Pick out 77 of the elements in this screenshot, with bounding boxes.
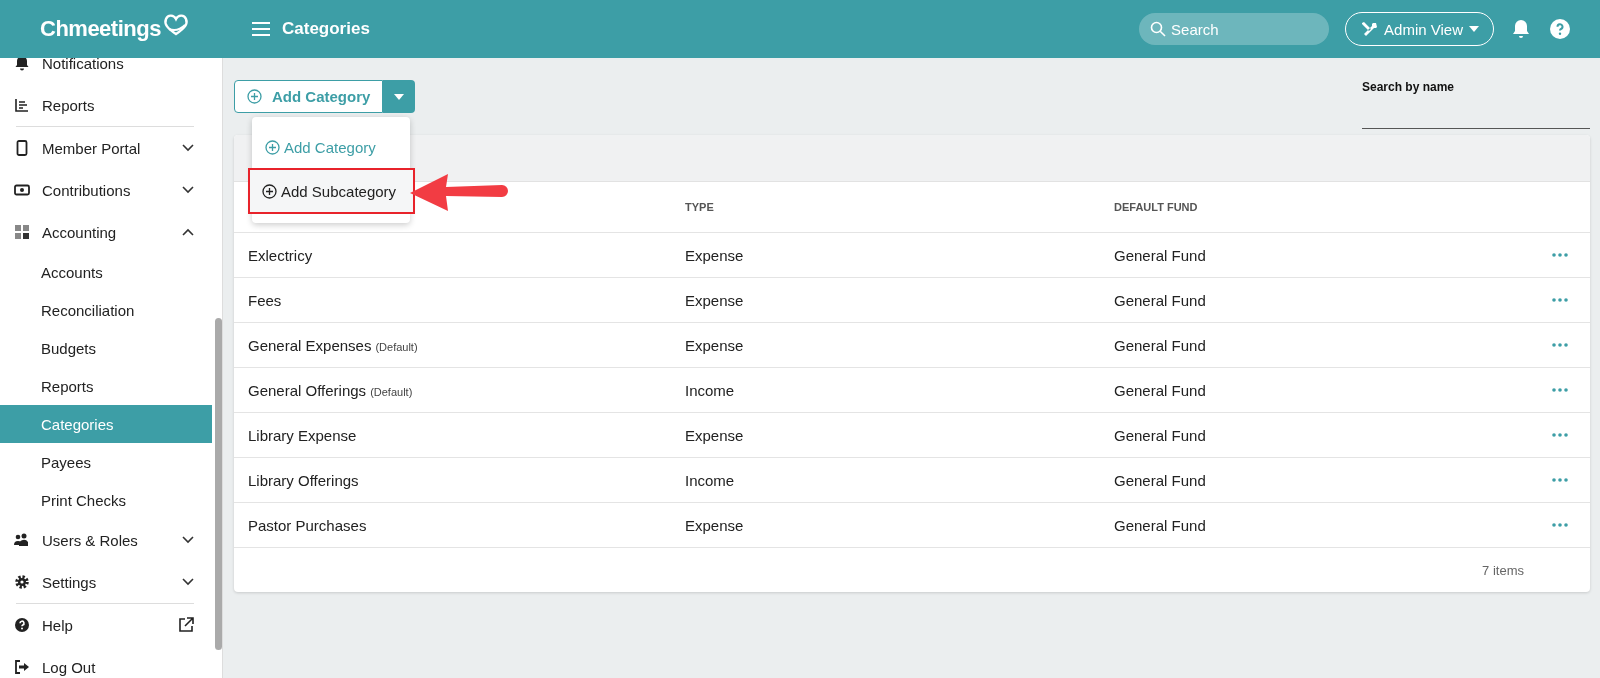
table-cell-text: General Expenses (Default): [248, 336, 419, 354]
column-header: DEFAULT FUND: [1114, 201, 1199, 213]
plus-circle-icon: [262, 183, 277, 199]
chevron-down-icon: [182, 578, 194, 586]
table-cell-text: Expense: [685, 516, 745, 534]
table-cell-text: General Fund: [1114, 516, 1207, 534]
chevron-down-icon: [182, 186, 194, 194]
dropdown-toggle-button[interactable]: [383, 80, 416, 113]
chevron-down-icon: [182, 144, 194, 152]
sidebar-item[interactable]: Reports: [0, 84, 212, 126]
page-title: Categories: [282, 19, 370, 39]
sidebar-subitem[interactable]: Reconciliation: [0, 291, 212, 329]
chevron-down-icon: [182, 536, 194, 544]
sidebar-item[interactable]: Notifications: [0, 58, 212, 84]
phone-icon: [14, 140, 30, 156]
table-cell-text: Library Expense: [248, 426, 358, 444]
table-cell-text: Exlectricy: [248, 246, 314, 264]
chart-icon: [14, 97, 30, 113]
sidebar-item[interactable]: Help: [0, 604, 212, 646]
sidebar-item[interactable]: Log Out: [0, 646, 212, 678]
users-icon: [14, 532, 30, 548]
sidebar-item[interactable]: Users & Roles: [0, 519, 212, 561]
table-cell-text: Expense: [685, 246, 745, 264]
table-cell-text: Expense: [685, 426, 745, 444]
bell-icon[interactable]: [1512, 19, 1530, 39]
sidebar-item[interactable]: Contributions: [0, 169, 212, 211]
more-icon[interactable]: [1552, 523, 1568, 527]
grid-icon: [14, 224, 30, 240]
heart-icon: [162, 14, 189, 36]
settings-icon: [14, 574, 30, 590]
plus-circle-icon: [247, 89, 262, 104]
table-cell-text: General Fund: [1114, 426, 1207, 444]
item-count: 7 items: [1482, 562, 1524, 578]
more-icon[interactable]: [1552, 343, 1568, 347]
tools-icon: [1360, 20, 1379, 38]
caret-icon: [394, 93, 405, 100]
more-icon[interactable]: [1552, 253, 1568, 257]
search-label: Search by name: [1362, 80, 1456, 94]
caret-icon: [1469, 26, 1479, 32]
sidebar-item[interactable]: Member Portal: [0, 127, 212, 169]
table-cell-text: General Fund: [1114, 471, 1207, 489]
table-cell-text: General Fund: [1114, 336, 1207, 354]
table-cell-text: General Fund: [1114, 291, 1207, 309]
table-cell-text: General Offerings (Default): [248, 381, 414, 399]
sidebar-subitem[interactable]: Budgets: [0, 329, 212, 367]
sidebar-item[interactable]: Settings: [0, 561, 212, 603]
help-icon: [14, 617, 30, 633]
menu-item[interactable]: Add Subcategory: [249, 169, 414, 213]
help-icon[interactable]: [1550, 19, 1570, 39]
table-cell-text: Library Offerings: [248, 471, 360, 489]
menu-icon[interactable]: [252, 22, 270, 36]
more-icon[interactable]: [1552, 388, 1568, 392]
table-cell-text: General Fund: [1114, 381, 1207, 399]
plus-circle-icon: [265, 139, 280, 155]
table-cell-text: General Fund: [1114, 246, 1207, 264]
scrollbar-thumb[interactable]: [215, 318, 222, 650]
more-icon[interactable]: [1552, 298, 1568, 302]
table-cell-text: Pastor Purchases: [248, 516, 368, 534]
search-icon: [1150, 21, 1167, 37]
sidebar-subitem[interactable]: Payees: [0, 443, 212, 481]
cash-icon: [14, 182, 30, 198]
table-cell-text: Income: [685, 381, 736, 399]
logout-icon: [14, 659, 30, 675]
sidebar-subitem[interactable]: Accounts: [0, 253, 212, 291]
sidebar-subitem[interactable]: Reports: [0, 367, 212, 405]
table-cell-text: Expense: [685, 336, 745, 354]
table-cell-text: Fees: [248, 291, 283, 309]
sidebar-subitem[interactable]: Print Checks: [0, 481, 212, 519]
table-cell-text: Income: [685, 471, 736, 489]
column-header: TYPE: [685, 201, 715, 213]
table-cell-text: Expense: [685, 291, 745, 309]
more-icon[interactable]: [1552, 433, 1568, 437]
more-icon[interactable]: [1552, 478, 1568, 482]
sidebar-item[interactable]: Accounting: [0, 211, 212, 253]
bell-icon: [14, 58, 30, 71]
chevron-up-icon: [182, 228, 194, 236]
logo: Chmeetings: [40, 16, 161, 42]
